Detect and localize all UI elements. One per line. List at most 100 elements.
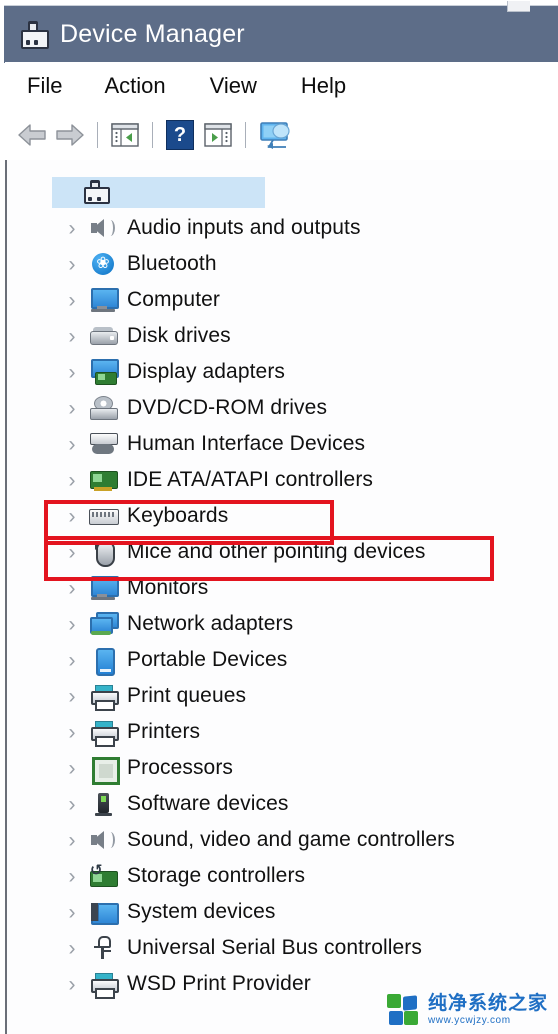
software-device-icon: [89, 791, 117, 817]
tree-item-print-queues[interactable]: › Print queues: [7, 678, 558, 714]
chevron-right-icon[interactable]: ›: [59, 254, 85, 275]
properties-panel-icon: [204, 123, 232, 147]
portable-device-icon: [89, 647, 117, 676]
menu-file[interactable]: File: [27, 71, 62, 101]
tree-item-label: Storage controllers: [127, 864, 306, 887]
tree-item-human-interface-devices[interactable]: › Human Interface Devices: [7, 426, 558, 462]
tree-item-mice-and-other-pointing-devices[interactable]: › Mice and other pointing devices: [7, 534, 558, 570]
tree-item-portable-devices[interactable]: › Portable Devices: [7, 642, 558, 678]
scan-hardware-changes-icon: [259, 122, 291, 149]
back-button[interactable]: [13, 116, 51, 154]
speaker-icon: [89, 215, 117, 241]
tree-item-label: DVD/CD-ROM drives: [127, 396, 328, 419]
tree-item-display-adapters[interactable]: › Display adapters: [7, 354, 558, 390]
window-title: Device Manager: [60, 20, 245, 48]
chevron-right-icon[interactable]: ›: [59, 470, 85, 491]
chevron-right-icon[interactable]: ›: [59, 794, 85, 815]
chevron-right-icon[interactable]: ›: [59, 362, 85, 383]
chevron-right-icon[interactable]: ›: [59, 578, 85, 599]
forward-arrow-icon: [55, 123, 85, 147]
processor-icon: [89, 755, 120, 785]
tree-item-label: Sound, video and game controllers: [127, 828, 455, 851]
chevron-right-icon[interactable]: ›: [59, 218, 85, 239]
chevron-right-icon[interactable]: ›: [59, 866, 85, 887]
tree-item-universal-serial-bus-controllers[interactable]: › Universal Serial Bus controllers: [7, 930, 558, 966]
chevron-right-icon[interactable]: ›: [59, 722, 85, 743]
storage-controller-icon: ↺: [89, 863, 118, 889]
scan-hardware-changes-button[interactable]: [254, 116, 296, 154]
system-device-icon: [89, 899, 119, 925]
toolbar-separator-3: [245, 122, 246, 148]
chevron-right-icon[interactable]: ›: [59, 326, 85, 347]
tree-item-audio-inputs-and-outputs[interactable]: › Audio inputs and outputs: [7, 210, 558, 246]
tree-item-software-devices[interactable]: › Software devices: [7, 786, 558, 822]
computer-root-icon: [81, 179, 110, 205]
menu-view[interactable]: View: [210, 71, 257, 101]
toolbar: ?: [5, 110, 558, 161]
chevron-right-icon[interactable]: ›: [59, 542, 85, 563]
properties-button[interactable]: [199, 116, 237, 154]
tree-item-label: Audio inputs and outputs: [127, 216, 361, 239]
tree-item-label: Bluetooth: [127, 252, 217, 275]
device-manager-icon: [20, 20, 49, 49]
keyboard-icon: [89, 503, 119, 529]
dvd-drive-icon: [89, 395, 118, 421]
tree-item-storage-controllers[interactable]: › ↺ Storage controllers: [7, 858, 558, 894]
tree-item-label: WSD Print Provider: [127, 972, 311, 995]
ide-controller-icon: [89, 467, 118, 493]
tree-item-label: Monitors: [127, 576, 209, 599]
chevron-right-icon[interactable]: ›: [59, 758, 85, 779]
chevron-right-icon[interactable]: ›: [59, 506, 85, 527]
speaker-icon: [89, 827, 117, 853]
disk-drive-icon: [89, 323, 118, 349]
chevron-right-icon[interactable]: ›: [59, 614, 85, 635]
menu-bar: File Action View Help: [5, 62, 558, 111]
title-bar: Device Manager: [4, 1, 558, 63]
tree-item-network-adapters[interactable]: › Network adapters: [7, 606, 558, 642]
toolbar-separator-2: [152, 122, 153, 148]
tree-item-label: Keyboards: [127, 504, 229, 527]
hid-icon: [89, 431, 118, 457]
chevron-right-icon[interactable]: ›: [59, 650, 85, 671]
tree-item-label: Human Interface Devices: [127, 432, 366, 455]
tree-item-system-devices[interactable]: › System devices: [7, 894, 558, 930]
tree-item-label: Universal Serial Bus controllers: [127, 936, 422, 959]
help-button[interactable]: ?: [161, 116, 199, 154]
back-arrow-icon: [17, 123, 47, 147]
tree-item-disk-drives[interactable]: › Disk drives: [7, 318, 558, 354]
tree-item-computer[interactable]: › Computer: [7, 282, 558, 318]
menu-action[interactable]: Action: [104, 71, 165, 101]
show-hide-console-tree-icon: [111, 123, 139, 147]
chevron-right-icon[interactable]: ›: [59, 290, 85, 311]
monitor-icon: [89, 575, 119, 601]
toolbar-separator-1: [97, 122, 98, 148]
device-tree[interactable]: ∨ › Audio inputs and outputs › ❀ Bluet: [5, 160, 558, 1034]
forward-button[interactable]: [51, 116, 89, 154]
chevron-right-icon[interactable]: ›: [59, 830, 85, 851]
chevron-right-icon[interactable]: ›: [59, 974, 85, 995]
tree-item-label: Portable Devices: [127, 648, 288, 671]
tree-item-bluetooth[interactable]: › ❀ Bluetooth: [7, 246, 558, 282]
device-manager-window: Device Manager File Action View Help ? ›…: [0, 0, 558, 1034]
tree-item-keyboards[interactable]: › Keyboards: [7, 498, 558, 534]
menu-help[interactable]: Help: [301, 71, 346, 101]
chevron-right-icon[interactable]: ›: [59, 938, 85, 959]
tree-item-processors[interactable]: › Processors: [7, 750, 558, 786]
tree-item-sound-video-and-game-controllers[interactable]: › Sound, video and game controllers: [7, 822, 558, 858]
tree-item-monitors[interactable]: › Monitors: [7, 570, 558, 606]
tree-item-printers[interactable]: › Printers: [7, 714, 558, 750]
tree-item-ide-ata-atapi-controllers[interactable]: › IDE ATA/ATAPI controllers: [7, 462, 558, 498]
watermark: 纯净系统之家 www.ycwjzy.com: [386, 993, 548, 1026]
watermark-url: www.ycwjzy.com: [427, 1015, 511, 1026]
chevron-right-icon[interactable]: ›: [59, 686, 85, 707]
watermark-name: 纯净系统之家: [427, 993, 548, 1014]
chevron-right-icon[interactable]: ›: [59, 902, 85, 923]
tree-item-dvd-cd-rom-drives[interactable]: › DVD/CD-ROM drives: [7, 390, 558, 426]
tree-root-node[interactable]: ∨: [7, 174, 558, 210]
chevron-right-icon[interactable]: ›: [59, 434, 85, 455]
chevron-right-icon[interactable]: ›: [59, 398, 85, 419]
usb-controller-icon: [89, 935, 117, 961]
tree-item-label: System devices: [127, 900, 276, 923]
tree-item-label: Printers: [127, 720, 201, 743]
show-hide-console-tree-button[interactable]: [106, 116, 144, 154]
